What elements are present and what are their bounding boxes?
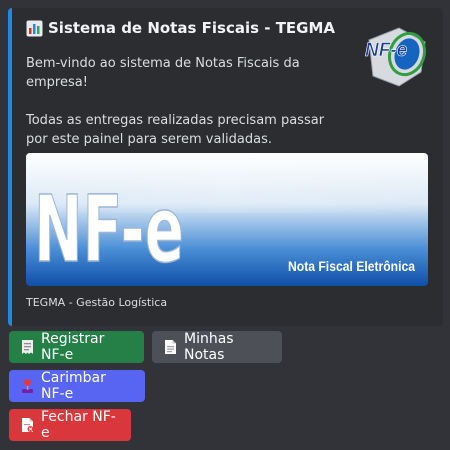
- registrar-nfe-button[interactable]: Registrar NF-e: [9, 331, 144, 363]
- thumbnail-text: NF-e: [365, 40, 408, 61]
- minhas-notas-label: Minhas Notas: [184, 331, 234, 363]
- minhas-notas-button[interactable]: Minhas Notas: [152, 331, 282, 363]
- fechar-nfe-label: Fechar NF-e: [41, 409, 116, 441]
- document-icon: [164, 339, 177, 355]
- embed-description: Bem-vindo ao sistema de Notas Fiscais da…: [26, 56, 325, 147]
- joystick-icon: [21, 378, 34, 394]
- embed-card: Sistema de Notas Fiscais - TEGMA Bem-vin…: [8, 8, 443, 326]
- embed-footer: TEGMA - Gestão Logística: [26, 296, 168, 309]
- fechar-nfe-button[interactable]: Fechar NF-e: [9, 409, 131, 441]
- receipt-icon: [21, 339, 34, 355]
- nfe-thumbnail-logo: NF-e: [359, 20, 431, 92]
- banner-subtitle: Nota Fiscal Eletrônica: [288, 258, 415, 274]
- embed-title-text: Sistema de Notas Fiscais - TEGMA: [48, 19, 336, 37]
- nfe-banner-image: NF-e Nota Fiscal Eletrônica: [26, 153, 428, 286]
- carimbar-nfe-button[interactable]: Carimbar NF-e: [9, 370, 145, 402]
- bar-chart-icon: [26, 20, 43, 37]
- banner-logo-text: NF-e: [34, 176, 184, 283]
- registrar-nfe-label: Registrar NF-e: [41, 331, 105, 363]
- embed-title: Sistema de Notas Fiscais - TEGMA: [26, 18, 346, 38]
- carimbar-nfe-label: Carimbar NF-e: [41, 370, 106, 402]
- document-close-icon: [21, 417, 34, 433]
